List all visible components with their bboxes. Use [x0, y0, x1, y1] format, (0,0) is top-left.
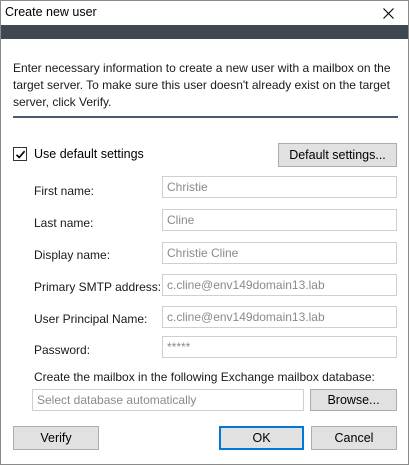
browse-button[interactable]: Browse...: [310, 389, 397, 411]
use-default-settings-label: Use default settings: [34, 147, 144, 161]
first-name-label: First name:: [34, 184, 95, 198]
upn-field[interactable]: c.cline@env149domain13.lab: [162, 306, 397, 328]
header-divider: [13, 116, 398, 118]
title-bar: Create new user: [1, 1, 408, 25]
first-name-field[interactable]: Christie: [162, 176, 397, 198]
close-button[interactable]: [378, 3, 398, 23]
header-band: [1, 25, 408, 39]
default-settings-button[interactable]: Default settings...: [278, 143, 397, 167]
password-label: Password:: [34, 343, 91, 357]
primary-smtp-label: Primary SMTP address:: [34, 280, 162, 294]
ok-button[interactable]: OK: [219, 426, 304, 450]
close-icon: [382, 7, 394, 19]
create-user-dialog: Create new user Enter necessary informat…: [0, 0, 409, 465]
checkmark-icon: [15, 150, 25, 159]
checkbox-box[interactable]: [13, 147, 27, 161]
intro-text: Enter necessary information to create a …: [13, 61, 391, 109]
database-label: Create the mailbox in the following Exch…: [34, 370, 375, 384]
verify-button[interactable]: Verify: [13, 426, 99, 450]
password-field[interactable]: *****: [162, 336, 397, 358]
display-name-label: Display name:: [34, 248, 111, 262]
last-name-field[interactable]: Cline: [162, 209, 397, 231]
display-name-field[interactable]: Christie Cline: [162, 242, 397, 264]
cancel-button[interactable]: Cancel: [311, 426, 397, 450]
window-title: Create new user: [5, 5, 97, 19]
use-default-settings-checkbox[interactable]: Use default settings: [13, 147, 144, 161]
database-field[interactable]: Select database automatically: [32, 389, 304, 411]
primary-smtp-field[interactable]: c.cline@env149domain13.lab: [162, 274, 397, 296]
last-name-label: Last name:: [34, 216, 94, 230]
upn-label: User Principal Name:: [34, 312, 148, 326]
